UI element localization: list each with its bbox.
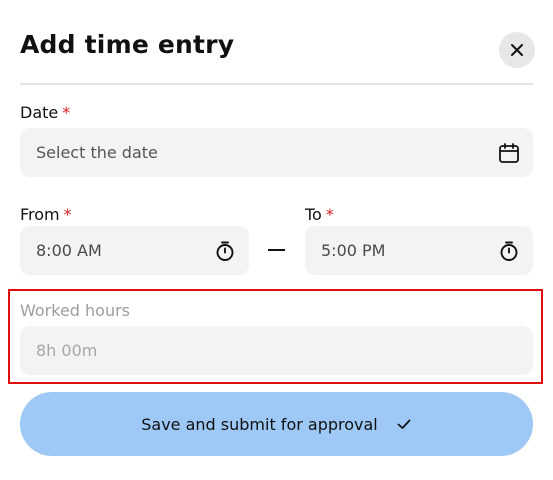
worked-hours-label: Worked hours — [20, 301, 131, 320]
to-time-field[interactable]: 5:00 PM — [305, 226, 533, 275]
add-time-entry-dialog: Add time entry Date * Select the date Fro… — [0, 0, 553, 480]
date-label: Date * — [20, 103, 70, 122]
title-divider — [20, 83, 533, 85]
worked-hours-value: 8h 00m — [36, 341, 98, 360]
date-placeholder: Select the date — [36, 143, 158, 162]
save-submit-button[interactable]: Save and submit for approval — [20, 392, 533, 456]
dialog-title: Add time entry — [20, 30, 235, 59]
stopwatch-icon[interactable] — [497, 239, 521, 263]
stopwatch-icon[interactable] — [213, 239, 237, 263]
close-icon — [511, 44, 523, 56]
time-range-separator — [268, 249, 285, 251]
calendar-icon[interactable] — [497, 141, 521, 165]
required-mark: * — [62, 103, 71, 122]
to-label: To * — [305, 205, 334, 224]
to-label-text: To — [305, 205, 322, 224]
from-label: From * — [20, 205, 72, 224]
from-label-text: From — [20, 205, 60, 224]
check-icon — [396, 416, 412, 432]
date-label-text: Date — [20, 103, 59, 122]
date-field[interactable]: Select the date — [20, 128, 533, 177]
from-time-value: 8:00 AM — [36, 241, 102, 260]
required-mark: * — [63, 205, 72, 224]
required-mark: * — [325, 205, 334, 224]
close-button[interactable] — [499, 32, 535, 68]
to-time-value: 5:00 PM — [321, 241, 386, 260]
worked-hours-field: 8h 00m — [20, 326, 533, 375]
save-submit-label: Save and submit for approval — [141, 414, 378, 434]
from-time-field[interactable]: 8:00 AM — [20, 226, 249, 275]
